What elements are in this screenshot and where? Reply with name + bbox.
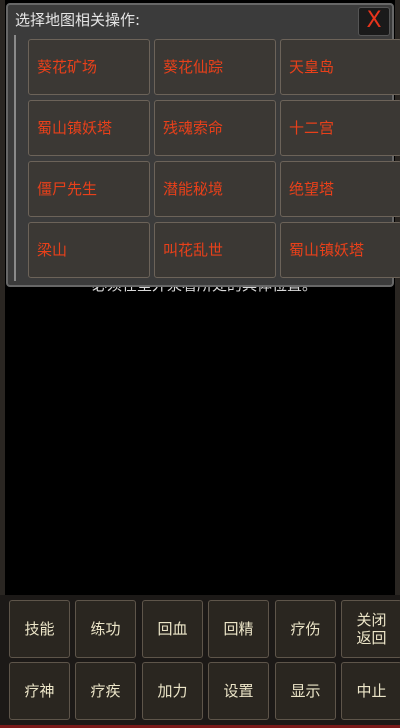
left-border [0,0,5,600]
map-button-jiangshi[interactable]: 僵尸先生 [28,161,150,217]
map-button-jiaohua-chaos[interactable]: 叫花乱世 [154,222,276,278]
map-button-despair-tower[interactable]: 绝望塔 [280,161,400,217]
restore-hp-button[interactable]: 回血 [142,600,203,658]
add-strength-button[interactable]: 加力 [142,662,203,720]
cure-disease-button[interactable]: 疗疾 [75,662,136,720]
display-button[interactable]: 显示 [275,662,336,720]
stop-button[interactable]: 中止 [341,662,400,720]
map-button-tianhuang-island[interactable]: 天皇岛 [280,39,400,95]
map-button-shushan-tower[interactable]: 蜀山镇妖塔 [28,100,150,156]
dialog-title: 选择地图相关操作: [15,11,141,29]
map-button-liangshan[interactable]: 梁山 [28,222,150,278]
heal-mind-button[interactable]: 疗神 [9,662,70,720]
map-button-canhun[interactable]: 残魂索命 [154,100,276,156]
map-button-twelve-palaces[interactable]: 十二宫 [280,100,400,156]
close-return-button[interactable]: 关闭 返回 [341,600,400,658]
game-screen: 必须在室外泉看所处的具体位置。 选择地图相关操作: X 葵花矿场 葵花仙踪 天皇… [0,0,400,728]
map-button-kuihua-mine[interactable]: 葵花矿场 [28,39,150,95]
map-select-dialog: 选择地图相关操作: X 葵花矿场 葵花仙踪 天皇岛 蜀山镇妖塔 残魂索命 十二宫… [6,3,400,287]
close-return-line2: 返回 [356,629,387,647]
settings-button[interactable]: 设置 [208,662,269,720]
action-panel: 技能 练功 回血 回精 疗伤 关闭 返回 疗神 疗疾 加力 设置 显示 中止 [0,595,400,728]
heal-wound-button[interactable]: 疗伤 [275,600,336,658]
map-grid: 葵花矿场 葵花仙踪 天皇岛 蜀山镇妖塔 残魂索命 十二宫 僵尸先生 潜能秘境 绝… [14,35,400,281]
close-return-line1: 关闭 [356,611,387,629]
map-button-potential-realm[interactable]: 潜能秘境 [154,161,276,217]
train-button[interactable]: 练功 [75,600,136,658]
close-button[interactable]: X [358,7,390,36]
map-button-kuihua-xianzong[interactable]: 葵花仙踪 [154,39,276,95]
map-button-shushan-tower-2[interactable]: 蜀山镇妖塔 [280,222,400,278]
skills-button[interactable]: 技能 [9,600,70,658]
restore-spirit-button[interactable]: 回精 [208,600,269,658]
